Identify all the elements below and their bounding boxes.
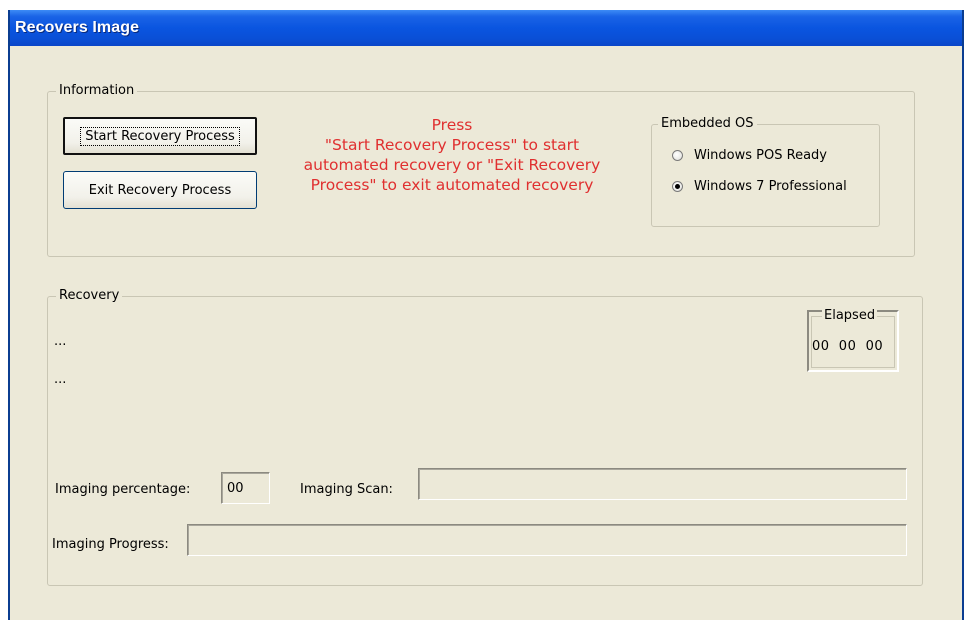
start-recovery-label: Start Recovery Process bbox=[80, 126, 240, 146]
instructions-text: Press "Start Recovery Process" to start … bbox=[262, 115, 642, 195]
imaging-scan-label: Imaging Scan: bbox=[300, 482, 393, 497]
recovery-window: Recovers Image Information Start Recover… bbox=[8, 10, 964, 620]
imaging-progress-bar bbox=[187, 524, 907, 556]
recovery-legend: Recovery bbox=[56, 288, 123, 304]
embedded-os-group: Embedded OS bbox=[651, 116, 880, 227]
radio-button-unchecked-icon[interactable] bbox=[672, 150, 683, 161]
elapsed-frame: Elapsed 00 00 00 bbox=[811, 308, 895, 368]
elapsed-value: 00 00 00 bbox=[812, 339, 884, 354]
embedded-os-legend: Embedded OS bbox=[658, 116, 757, 132]
instructions-line-4: Process" to exit automated recovery bbox=[310, 176, 594, 194]
imaging-percentage-value: 00 bbox=[227, 481, 244, 496]
title-bar[interactable]: Recovers Image bbox=[10, 10, 962, 46]
radio-windows-pos-ready[interactable]: Windows POS Ready bbox=[672, 148, 827, 163]
start-recovery-button[interactable]: Start Recovery Process bbox=[63, 117, 257, 155]
instructions-line-3: automated recovery or "Exit Recovery bbox=[303, 156, 601, 174]
imaging-scan-field bbox=[418, 468, 907, 500]
information-legend: Information bbox=[56, 83, 138, 99]
window-title: Recovers Image bbox=[15, 19, 140, 36]
status-line-1: ... bbox=[54, 334, 67, 349]
instructions-line-2: "Start Recovery Process" to start bbox=[324, 136, 580, 154]
elapsed-label: Elapsed bbox=[822, 308, 878, 324]
exit-recovery-button[interactable]: Exit Recovery Process bbox=[63, 171, 257, 209]
instructions-line-1: Press bbox=[431, 116, 473, 134]
imaging-percentage-label: Imaging percentage: bbox=[55, 482, 191, 497]
radio-windows-7-professional[interactable]: Windows 7 Professional bbox=[672, 179, 847, 194]
exit-recovery-label: Exit Recovery Process bbox=[88, 182, 232, 198]
radio-button-checked-icon[interactable] bbox=[672, 181, 683, 192]
imaging-progress-label: Imaging Progress: bbox=[52, 537, 169, 552]
radio-windows-7-professional-label: Windows 7 Professional bbox=[694, 179, 847, 194]
imaging-percentage-field: 00 bbox=[221, 472, 270, 504]
status-line-2: ... bbox=[54, 372, 67, 387]
radio-windows-pos-ready-label: Windows POS Ready bbox=[694, 148, 827, 163]
elapsed-timer: Elapsed 00 00 00 bbox=[807, 308, 899, 372]
